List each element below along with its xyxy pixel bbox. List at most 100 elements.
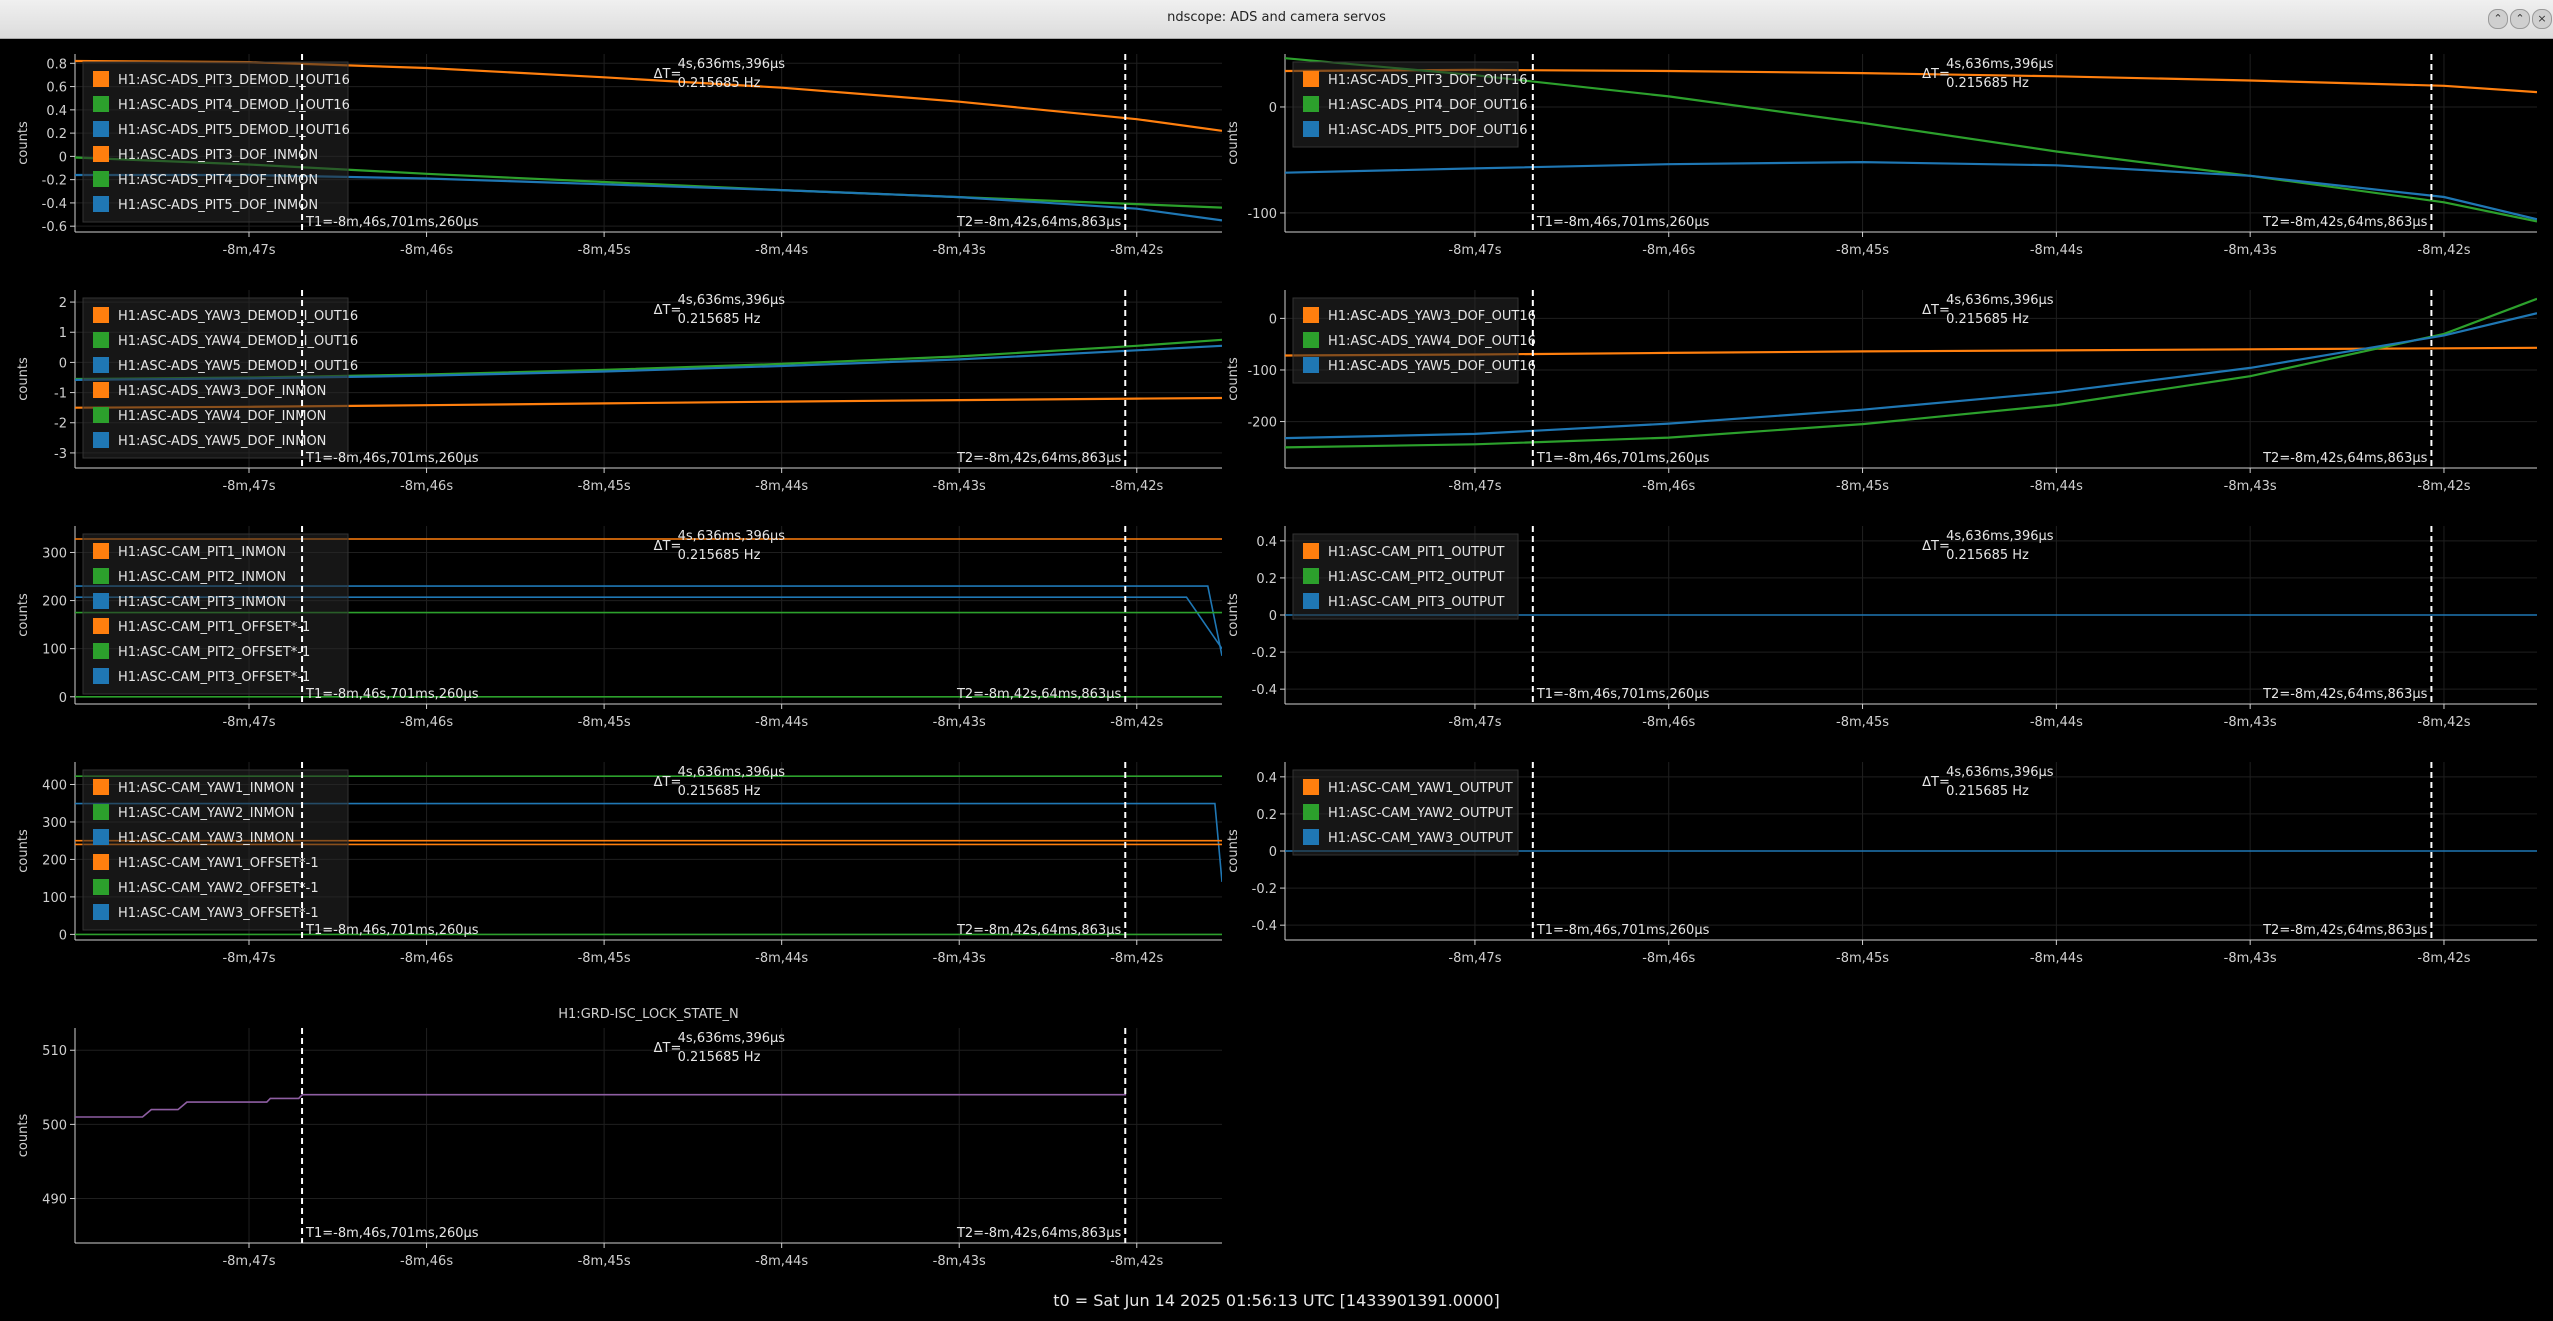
y-tick-label: 0.8 xyxy=(46,57,67,72)
x-tick-label: -8m,44s xyxy=(2030,243,2083,258)
delta-t-value: 4s,636ms,396μs xyxy=(678,529,786,544)
x-tick-label: -8m,43s xyxy=(933,715,986,730)
legend-swatch-orange xyxy=(93,307,109,323)
legend-label: H1:ASC-CAM_YAW3_OUTPUT xyxy=(1328,831,1513,846)
cursor-t1-label: T1=-8m,46s,701ms,260μs xyxy=(1536,215,1710,230)
legend-label: H1:ASC-CAM_YAW2_OUTPUT xyxy=(1328,806,1513,821)
y-tick-label: 1 xyxy=(59,326,67,341)
y-axis-label: counts xyxy=(16,357,31,401)
legend-label: H1:ASC-ADS_PIT4_DOF_OUT16 xyxy=(1328,98,1528,113)
x-tick-label: -8m,45s xyxy=(1836,479,1889,494)
maximize-button[interactable]: ⌃ xyxy=(2510,9,2530,29)
y-axis-label: counts xyxy=(16,593,31,637)
legend-label: H1:ASC-ADS_PIT5_DEMOD_I_OUT16 xyxy=(118,123,350,138)
x-tick-label: -8m,46s xyxy=(400,715,453,730)
y-axis-label: counts xyxy=(16,1114,31,1158)
x-tick-label: -8m,47s xyxy=(222,479,275,494)
y-tick-label: 200 xyxy=(42,853,67,868)
legend-label: H1:ASC-CAM_PIT3_INMON xyxy=(118,595,286,610)
x-tick-label: -8m,42s xyxy=(2417,479,2470,494)
legend-label: H1:ASC-CAM_YAW2_OFFSET*-1 xyxy=(118,881,319,896)
x-tick-label: -8m,46s xyxy=(400,951,453,966)
legend-swatch-blue xyxy=(93,196,109,212)
plot-panel-7[interactable]: 0 100 200 300 400 -8m,47s -8m,46s -8m,45s -8m,44… xyxy=(16,762,1222,966)
plot-panel-2[interactable]: -100 0 -8m,47s -8m,46s -8m,45s -8m,44s -8m,43s… xyxy=(1226,54,2537,258)
y-tick-label: 100 xyxy=(42,643,67,658)
delta-t-frequency: 0.215685 Hz xyxy=(678,784,761,799)
x-tick-label: -8m,43s xyxy=(933,479,986,494)
legend-label: H1:ASC-ADS_PIT4_DOF_INMON xyxy=(118,173,318,188)
plot-panel-3[interactable]: -3 -2 -1 0 1 2 -8m,47s -8m,46s -8m,45s -8m,44s -8m… xyxy=(16,290,1222,494)
legend-swatch-green xyxy=(93,643,109,659)
t0-readout: t0 = Sat Jun 14 2025 01:56:13 UTC [14339… xyxy=(1053,1291,1500,1310)
y-tick-label: -0.4 xyxy=(42,197,67,212)
cursor-t2-label: T2=-8m,42s,64ms,863μs xyxy=(2262,687,2428,702)
x-tick-label: -8m,47s xyxy=(1448,479,1501,494)
delta-t-value: 4s,636ms,396μs xyxy=(678,1031,786,1046)
x-tick-label: -8m,45s xyxy=(1836,951,1889,966)
x-tick-label: -8m,42s xyxy=(2417,715,2470,730)
plot-panel-8[interactable]: -0.4 -0.2 0 0.2 0.4 -8m,47s -8m,46s -8m,45s -8m,… xyxy=(1226,762,2537,966)
minimize-button[interactable]: ⌃ xyxy=(2488,9,2508,29)
legend-label: H1:ASC-ADS_PIT4_DEMOD_I_OUT16 xyxy=(118,98,350,113)
legend-swatch-green xyxy=(1303,96,1319,112)
legend-swatch-blue xyxy=(93,121,109,137)
y-tick-label: 0 xyxy=(1269,101,1277,116)
legend-label: H1:ASC-ADS_PIT5_DOF_INMON xyxy=(118,198,318,213)
cursor-t2-label: T2=-8m,42s,64ms,863μs xyxy=(956,923,1122,938)
x-tick-label: -8m,47s xyxy=(1448,951,1501,966)
legend-swatch-blue xyxy=(93,593,109,609)
plot-panel-6[interactable]: -0.4 -0.2 0 0.2 0.4 -8m,47s -8m,46s -8m,45s -8m,… xyxy=(1226,526,2537,730)
x-tick-label: -8m,47s xyxy=(1448,715,1501,730)
y-tick-label: -0.2 xyxy=(1252,882,1277,897)
x-tick-label: -8m,45s xyxy=(578,715,631,730)
x-tick-label: -8m,46s xyxy=(1642,479,1695,494)
legend-label: H1:ASC-ADS_YAW5_DEMOD_I_OUT16 xyxy=(118,359,358,374)
x-tick-label: -8m,43s xyxy=(933,1254,986,1269)
legend-label: H1:ASC-ADS_PIT3_DOF_INMON xyxy=(118,148,318,163)
x-tick-label: -8m,44s xyxy=(755,715,808,730)
delta-t-frequency: 0.215685 Hz xyxy=(1946,312,2029,327)
y-tick-label: -0.4 xyxy=(1252,683,1277,698)
legend-label: H1:ASC-CAM_YAW2_INMON xyxy=(118,806,295,821)
close-button[interactable]: × xyxy=(2532,9,2552,29)
legend-label: H1:ASC-CAM_PIT2_OFFSET*-1 xyxy=(118,645,310,660)
y-tick-label: 0 xyxy=(1269,609,1277,624)
x-tick-label: -8m,43s xyxy=(2224,715,2277,730)
y-tick-label: 500 xyxy=(42,1118,67,1133)
plot-panel-4[interactable]: -200 -100 0 -8m,47s -8m,46s -8m,45s -8m,44s -8m… xyxy=(1226,290,2537,494)
legend-swatch-blue xyxy=(93,432,109,448)
x-tick-label: -8m,44s xyxy=(2030,479,2083,494)
plot-grid[interactable]: -0.6-0.4-0.200.20.40.60.8-8m,47s -8m,46s -… xyxy=(0,38,2553,1288)
legend-swatch-blue xyxy=(1303,593,1319,609)
legend-swatch-orange xyxy=(93,146,109,162)
cursor-t1-label: T1=-8m,46s,701ms,260μs xyxy=(305,451,479,466)
y-tick-label: 0 xyxy=(1269,845,1277,860)
window-title: ndscope: ADS and camera servos xyxy=(1167,10,1386,25)
legend-label: H1:ASC-CAM_PIT3_OFFSET*-1 xyxy=(118,670,310,685)
plot-panel-5[interactable]: 0 100 200 300 -8m,47s -8m,46s -8m,45s -8m,44s -8… xyxy=(16,526,1222,730)
legend-swatch-orange xyxy=(93,854,109,870)
legend-label: H1:ASC-CAM_YAW1_OFFSET*-1 xyxy=(118,856,319,871)
plot-title: H1:GRD-ISC_LOCK_STATE_N xyxy=(558,1007,738,1022)
cursor-t1-label: T1=-8m,46s,701ms,260μs xyxy=(305,687,479,702)
legend-label: H1:ASC-CAM_YAW1_INMON xyxy=(118,781,295,796)
plot-panel-1[interactable]: -0.6 -0.4 -0.2 0 0.2 0.4 0.6 0.8 -8m,47s -8m,46s -… xyxy=(16,54,1222,258)
legend-swatch-blue xyxy=(93,829,109,845)
legend-label: H1:ASC-ADS_PIT3_DEMOD_I_OUT16 xyxy=(118,73,350,88)
x-tick-label: -8m,44s xyxy=(755,951,808,966)
y-tick-label: 490 xyxy=(42,1193,67,1208)
plot-panel-9[interactable]: 490 500 510 -8m,47s -8m,46s -8m,45s -8m,44s -8m… xyxy=(16,1007,1222,1269)
legend-swatch-blue xyxy=(93,357,109,373)
y-tick-label: 0 xyxy=(59,691,67,706)
x-tick-label: -8m,46s xyxy=(1642,243,1695,258)
y-axis-label: counts xyxy=(16,121,31,165)
x-tick-label: -8m,45s xyxy=(578,479,631,494)
y-tick-label: 0.2 xyxy=(1256,572,1277,587)
legend-swatch-orange xyxy=(93,382,109,398)
cursor-t2-label: T2=-8m,42s,64ms,863μs xyxy=(956,687,1122,702)
legend-swatch-orange xyxy=(1303,71,1319,87)
x-tick-label: -8m,44s xyxy=(755,479,808,494)
x-tick-label: -8m,43s xyxy=(2224,951,2277,966)
delta-t-frequency: 0.215685 Hz xyxy=(1946,76,2029,91)
